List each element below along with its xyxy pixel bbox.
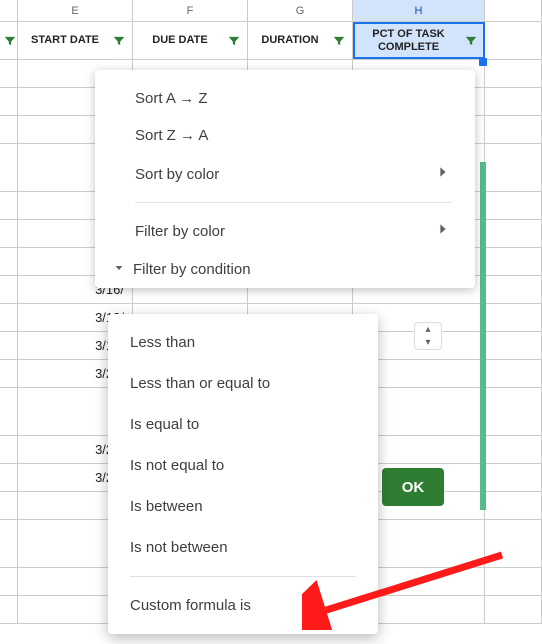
column-letters-row: E F G H bbox=[0, 0, 542, 22]
header-row: START DATE DUE DATE DURATION PCT OF TASK… bbox=[0, 22, 542, 60]
header-duration[interactable]: DURATION bbox=[248, 22, 353, 59]
condition-less-than[interactable]: Less than bbox=[108, 322, 378, 363]
menu-label: Filter by color bbox=[135, 223, 225, 240]
col-letter-e[interactable]: E bbox=[18, 0, 133, 21]
triangle-down-icon bbox=[113, 261, 125, 278]
menu-label: Filter by condition bbox=[133, 261, 251, 278]
header-label: PCT OF TASK COMPLETE bbox=[357, 28, 460, 52]
progress-strip bbox=[480, 162, 486, 510]
divider bbox=[135, 202, 451, 203]
button-label: OK bbox=[402, 479, 425, 496]
header-label: START DATE bbox=[22, 34, 108, 46]
condition-between[interactable]: Is between bbox=[108, 486, 378, 527]
header-pct-complete[interactable]: PCT OF TASK COMPLETE bbox=[353, 22, 485, 59]
col-letter-g[interactable]: G bbox=[248, 0, 353, 21]
filter-icon[interactable] bbox=[110, 32, 128, 50]
header-label: DURATION bbox=[252, 34, 328, 46]
condition-stepper[interactable]: ▴ ▾ bbox=[414, 322, 442, 350]
chevron-up-icon: ▴ bbox=[425, 323, 430, 336]
condition-not-equal[interactable]: Is not equal to bbox=[108, 445, 378, 486]
chevron-right-icon bbox=[435, 221, 451, 241]
sort-za[interactable]: Sort Z → A bbox=[95, 117, 475, 154]
col-letter-f[interactable]: F bbox=[133, 0, 248, 21]
condition-equal[interactable]: Is equal to bbox=[108, 404, 378, 445]
condition-dropdown: Less than Less than or equal to Is equal… bbox=[108, 314, 378, 634]
header-start-date[interactable]: START DATE bbox=[18, 22, 133, 59]
sort-az[interactable]: Sort A → Z bbox=[95, 80, 475, 117]
header-due-date[interactable]: DUE DATE bbox=[133, 22, 248, 59]
header-empty bbox=[485, 22, 542, 59]
filter-button-d[interactable] bbox=[0, 22, 18, 59]
filter-icon[interactable] bbox=[225, 32, 243, 50]
condition-less-than-equal[interactable]: Less than or equal to bbox=[108, 363, 378, 404]
col-letter-d[interactable] bbox=[0, 0, 18, 21]
filter-icon bbox=[1, 32, 19, 50]
col-letter-h[interactable]: H bbox=[353, 0, 485, 21]
condition-custom-formula[interactable]: Custom formula is bbox=[108, 585, 378, 626]
chevron-right-icon bbox=[435, 164, 451, 184]
menu-label: Sort A → Z bbox=[135, 90, 208, 107]
filter-icon[interactable] bbox=[462, 32, 480, 50]
chevron-down-icon: ▾ bbox=[425, 336, 430, 349]
menu-label: Sort by color bbox=[135, 166, 219, 183]
menu-label: Sort Z → A bbox=[135, 127, 208, 144]
selection-handle[interactable] bbox=[479, 58, 487, 66]
ok-button[interactable]: OK bbox=[382, 468, 444, 506]
filter-menu-popup: Sort A → Z Sort Z → A Sort by color Filt… bbox=[95, 70, 475, 288]
sort-by-color[interactable]: Sort by color bbox=[95, 154, 475, 194]
condition-not-between[interactable]: Is not between bbox=[108, 527, 378, 568]
filter-icon[interactable] bbox=[330, 32, 348, 50]
filter-by-condition[interactable]: Filter by condition bbox=[95, 251, 475, 288]
col-letter-i[interactable] bbox=[485, 0, 542, 21]
divider bbox=[130, 576, 356, 577]
filter-by-color[interactable]: Filter by color bbox=[95, 211, 475, 251]
header-label: DUE DATE bbox=[137, 34, 223, 46]
